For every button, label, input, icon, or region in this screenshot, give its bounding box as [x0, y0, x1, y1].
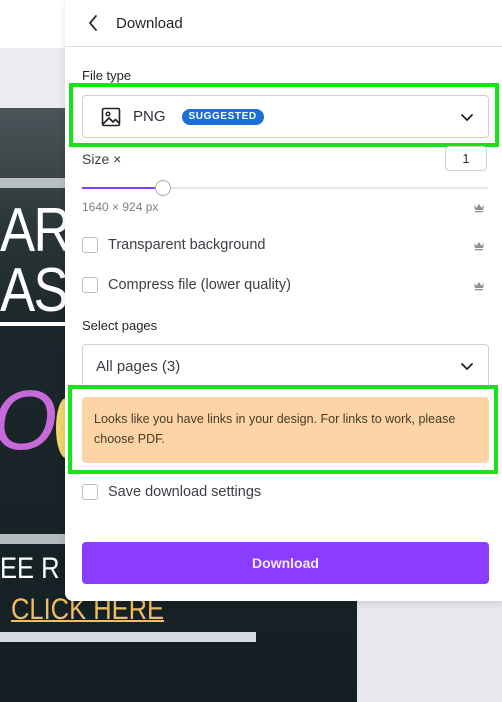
compress-file-checkbox[interactable] [82, 277, 98, 293]
suggested-badge: SUGGESTED [181, 108, 264, 125]
select-pages-dropdown[interactable]: All pages (3) [82, 344, 489, 388]
image-icon [101, 107, 121, 126]
select-pages-label: Select pages [82, 318, 158, 333]
slider-thumb[interactable] [155, 180, 172, 196]
canvas-gutter [357, 600, 502, 702]
design-underline [0, 322, 70, 326]
file-type-value: PNG [133, 108, 166, 125]
transparent-background-checkbox[interactable] [82, 237, 98, 253]
output-dimensions: 1640 × 924 px [82, 200, 159, 214]
crown-icon [474, 204, 484, 213]
compress-file-label: Compress file (lower quality) [108, 277, 291, 293]
file-type-select[interactable]: PNG SUGGESTED [82, 95, 489, 138]
panel-header: Download [65, 0, 502, 47]
chevron-left-icon [89, 15, 97, 31]
save-download-settings-option[interactable]: Save download settings [82, 484, 261, 500]
design-bottom-bar [0, 632, 256, 642]
crown-icon [474, 282, 484, 291]
transparent-background-label: Transparent background [108, 237, 266, 253]
file-type-label: File type [82, 68, 132, 83]
links-warning-message: Looks like you have links in your design… [82, 397, 489, 463]
panel-title: Download [116, 14, 183, 32]
compress-file-option[interactable]: Compress file (lower quality) [82, 277, 291, 293]
save-download-settings-checkbox[interactable] [82, 484, 98, 500]
save-download-settings-label: Save download settings [108, 484, 262, 500]
size-label: Size × [82, 151, 122, 167]
transparent-background-option[interactable]: Transparent background [82, 237, 265, 253]
chevron-down-icon [461, 363, 473, 370]
design-free-text: EE R [0, 552, 60, 585]
slider-fill [82, 187, 164, 189]
size-slider[interactable] [82, 178, 488, 198]
crown-icon [474, 242, 484, 251]
select-pages-value: All pages (3) [96, 357, 181, 375]
size-multiplier-input[interactable]: 1 [445, 146, 487, 171]
chevron-down-icon [461, 113, 473, 121]
download-panel: Download File type PNG SUGGESTED Size × … [65, 0, 502, 601]
back-button[interactable] [83, 13, 103, 33]
download-button[interactable]: Download [82, 542, 489, 584]
design-heading-line-1: AR [0, 196, 72, 265]
